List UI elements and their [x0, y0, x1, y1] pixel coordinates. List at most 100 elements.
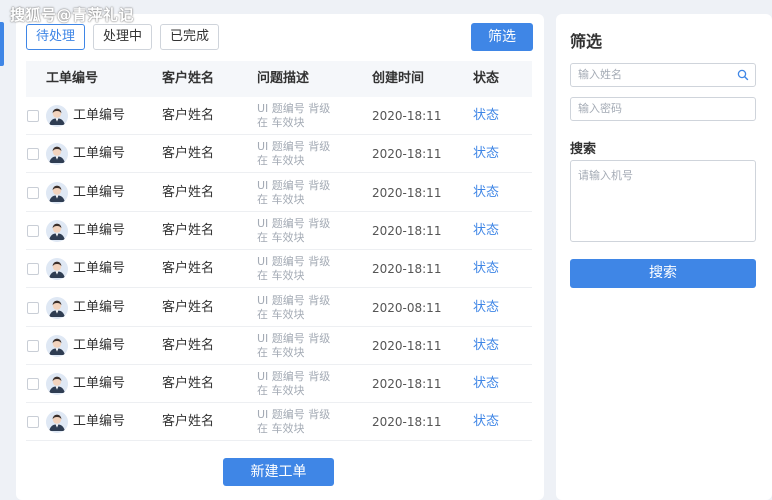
customer-name: 客户姓名 [162, 146, 215, 162]
left-nav-indicator [0, 22, 4, 66]
created-time: 2020-18:11 [372, 262, 442, 277]
customer-name: 客户姓名 [162, 376, 215, 392]
created-time: 2020-18:11 [372, 147, 442, 162]
row-checkbox[interactable] [27, 148, 39, 161]
user-avatar-icon [46, 373, 68, 396]
table-row[interactable]: 工单编号 客户姓名 UI 题编号 背级在 车效块 2020-18:11 状态 [26, 135, 532, 174]
table-row[interactable]: 工单编号 客户姓名 UI 题编号 背级在 车效块 2020-18:11 状态 [26, 97, 532, 135]
issue-description-line-1: UI 题编号 背级 [257, 102, 331, 115]
issue-description-line-2: 在 车效块 [257, 269, 305, 283]
tab-processing[interactable]: 处理中 [93, 24, 153, 50]
phone-textarea-placeholder: 请输入机号 [578, 169, 633, 182]
created-time: 2020-18:11 [372, 223, 442, 238]
issue-description-line-1: UI 题编号 背级 [257, 331, 331, 345]
search-icon[interactable] [737, 69, 749, 81]
customer-name: 客户姓名 [162, 337, 215, 353]
password-input-placeholder: 输入密码 [578, 102, 622, 115]
user-avatar-icon [46, 105, 68, 127]
table-row[interactable]: 工单编号 客户姓名 UI 题编号 背级在 车效块 2020-18:11 状态 [26, 174, 532, 212]
user-avatar-icon [46, 411, 68, 434]
name-input[interactable]: 输入姓名 [570, 63, 756, 87]
user-avatar-icon [46, 296, 68, 319]
phone-textarea[interactable]: 请输入机号 [570, 160, 756, 242]
user-avatar-icon [46, 258, 68, 281]
row-checkbox[interactable] [27, 263, 39, 276]
created-time: 2020-18:11 [372, 109, 442, 123]
watermark: 搜狐号@青萍礼记 [10, 6, 135, 24]
issue-description-line-1: UI 题编号 背级 [257, 140, 331, 154]
issue-description-line-1: UI 题编号 背级 [257, 216, 331, 230]
ticket-id: 工单编号 [73, 299, 126, 315]
tab-completed[interactable]: 已完成 [160, 24, 220, 50]
table-row[interactable]: 工单编号 客户姓名 UI 题编号 背级在 车效块 2020-18:11 状态 [26, 403, 532, 442]
filter-sidebar: 筛选 输入姓名 输入密码 搜索 请输入机号 搜索 [556, 14, 772, 500]
sidebar-title: 筛选 [570, 32, 603, 51]
created-time: 2020-18:11 [372, 185, 442, 200]
column-header-status: 状态 [473, 71, 500, 86]
table-row[interactable]: 工单编号 客户姓名 UI 题编号 背级在 车效块 2020-18:11 状态 [26, 365, 532, 404]
row-checkbox[interactable] [27, 416, 39, 429]
issue-description-line-1: UI 题编号 背级 [257, 408, 331, 422]
new-ticket-button[interactable]: 新建工单 [223, 458, 334, 486]
user-avatar-icon [46, 219, 68, 242]
name-input-placeholder: 输入姓名 [578, 68, 622, 81]
user-avatar-icon [46, 181, 68, 204]
status-tabs: 待处理 处理中 已完成 [26, 24, 220, 50]
ticket-id: 工单编号 [73, 222, 126, 238]
issue-description: UI 题编号 背级在 车效块 [257, 102, 330, 130]
status-link[interactable]: 状态 [473, 174, 499, 212]
issue-description-line-1: UI 题编号 背级 [257, 255, 331, 269]
created-time: 2020-18:11 [372, 338, 442, 353]
customer-name: 客户姓名 [162, 299, 215, 315]
created-time: 2020-18:11 [372, 377, 442, 392]
column-header-created: 创建时间 [372, 71, 425, 86]
ticket-id: 工单编号 [73, 337, 126, 353]
issue-description-line-2: 在 车效块 [257, 192, 305, 206]
status-link[interactable]: 状态 [473, 212, 499, 250]
customer-name: 客户姓名 [162, 261, 215, 277]
table-row[interactable]: 工单编号 客户姓名 UI 题编号 背级在 车效块 2020-18:11 状态 [26, 250, 532, 289]
status-link[interactable]: 状态 [473, 97, 499, 135]
tab-pending[interactable]: 待处理 [26, 24, 86, 50]
status-link[interactable]: 状态 [473, 289, 499, 327]
issue-description-line-2: 在 车效块 [257, 230, 305, 244]
issue-description: UI 题编号 背级在 车效块 [257, 140, 330, 168]
issue-description: UI 题编号 背级在 车效块 [257, 370, 330, 398]
row-checkbox[interactable] [27, 301, 39, 314]
search-button[interactable]: 搜索 [570, 259, 756, 288]
row-checkbox[interactable] [27, 110, 39, 122]
ticket-id: 工单编号 [73, 414, 126, 430]
row-checkbox[interactable] [27, 186, 39, 199]
status-link[interactable]: 状态 [473, 403, 499, 441]
filter-button[interactable]: 筛选 [471, 23, 533, 51]
created-time: 2020-18:11 [372, 415, 442, 430]
ticket-id: 工单编号 [73, 184, 126, 200]
issue-description-line-2: 在 车效块 [257, 345, 305, 359]
ticket-id: 工单编号 [73, 146, 126, 162]
table-row[interactable]: 工单编号 客户姓名 UI 题编号 背级在 车效块 2020-18:11 状态 [26, 327, 532, 365]
issue-description-line-1: UI 题编号 背级 [257, 178, 331, 192]
user-avatar-icon [46, 143, 68, 166]
password-input[interactable]: 输入密码 [570, 97, 756, 121]
status-link[interactable]: 状态 [473, 327, 499, 365]
customer-name: 客户姓名 [162, 184, 215, 200]
status-link[interactable]: 状态 [473, 250, 499, 288]
ticket-id: 工单编号 [73, 376, 126, 392]
customer-name: 客户姓名 [162, 414, 215, 430]
row-checkbox[interactable] [27, 224, 39, 237]
issue-description: UI 题编号 背级在 车效块 [257, 332, 330, 360]
row-checkbox[interactable] [27, 378, 39, 391]
row-checkbox[interactable] [27, 339, 39, 352]
issue-description-line-1: UI 题编号 背级 [257, 293, 331, 307]
table-row[interactable]: 工单编号 客户姓名 UI 题编号 背级在 车效块 2020-18:11 状态 [26, 212, 532, 250]
table-row[interactable]: 工单编号 客户姓名 UI 题编号 背级在 车效块 2020-08:11 状态 [26, 289, 532, 327]
issue-description: UI 题编号 背级在 车效块 [257, 217, 330, 245]
status-link[interactable]: 状态 [473, 135, 499, 173]
issue-description-line-2: 在 车效块 [257, 154, 305, 168]
issue-description-line-2: 在 车效块 [257, 384, 305, 398]
issue-description-line-2: 在 车效块 [257, 116, 305, 129]
status-link[interactable]: 状态 [473, 365, 499, 403]
customer-name: 客户姓名 [162, 108, 215, 123]
table-header: 工单编号 客户姓名 问题描述 创建时间 状态 [26, 61, 532, 97]
issue-description: UI 题编号 背级在 车效块 [257, 294, 330, 322]
